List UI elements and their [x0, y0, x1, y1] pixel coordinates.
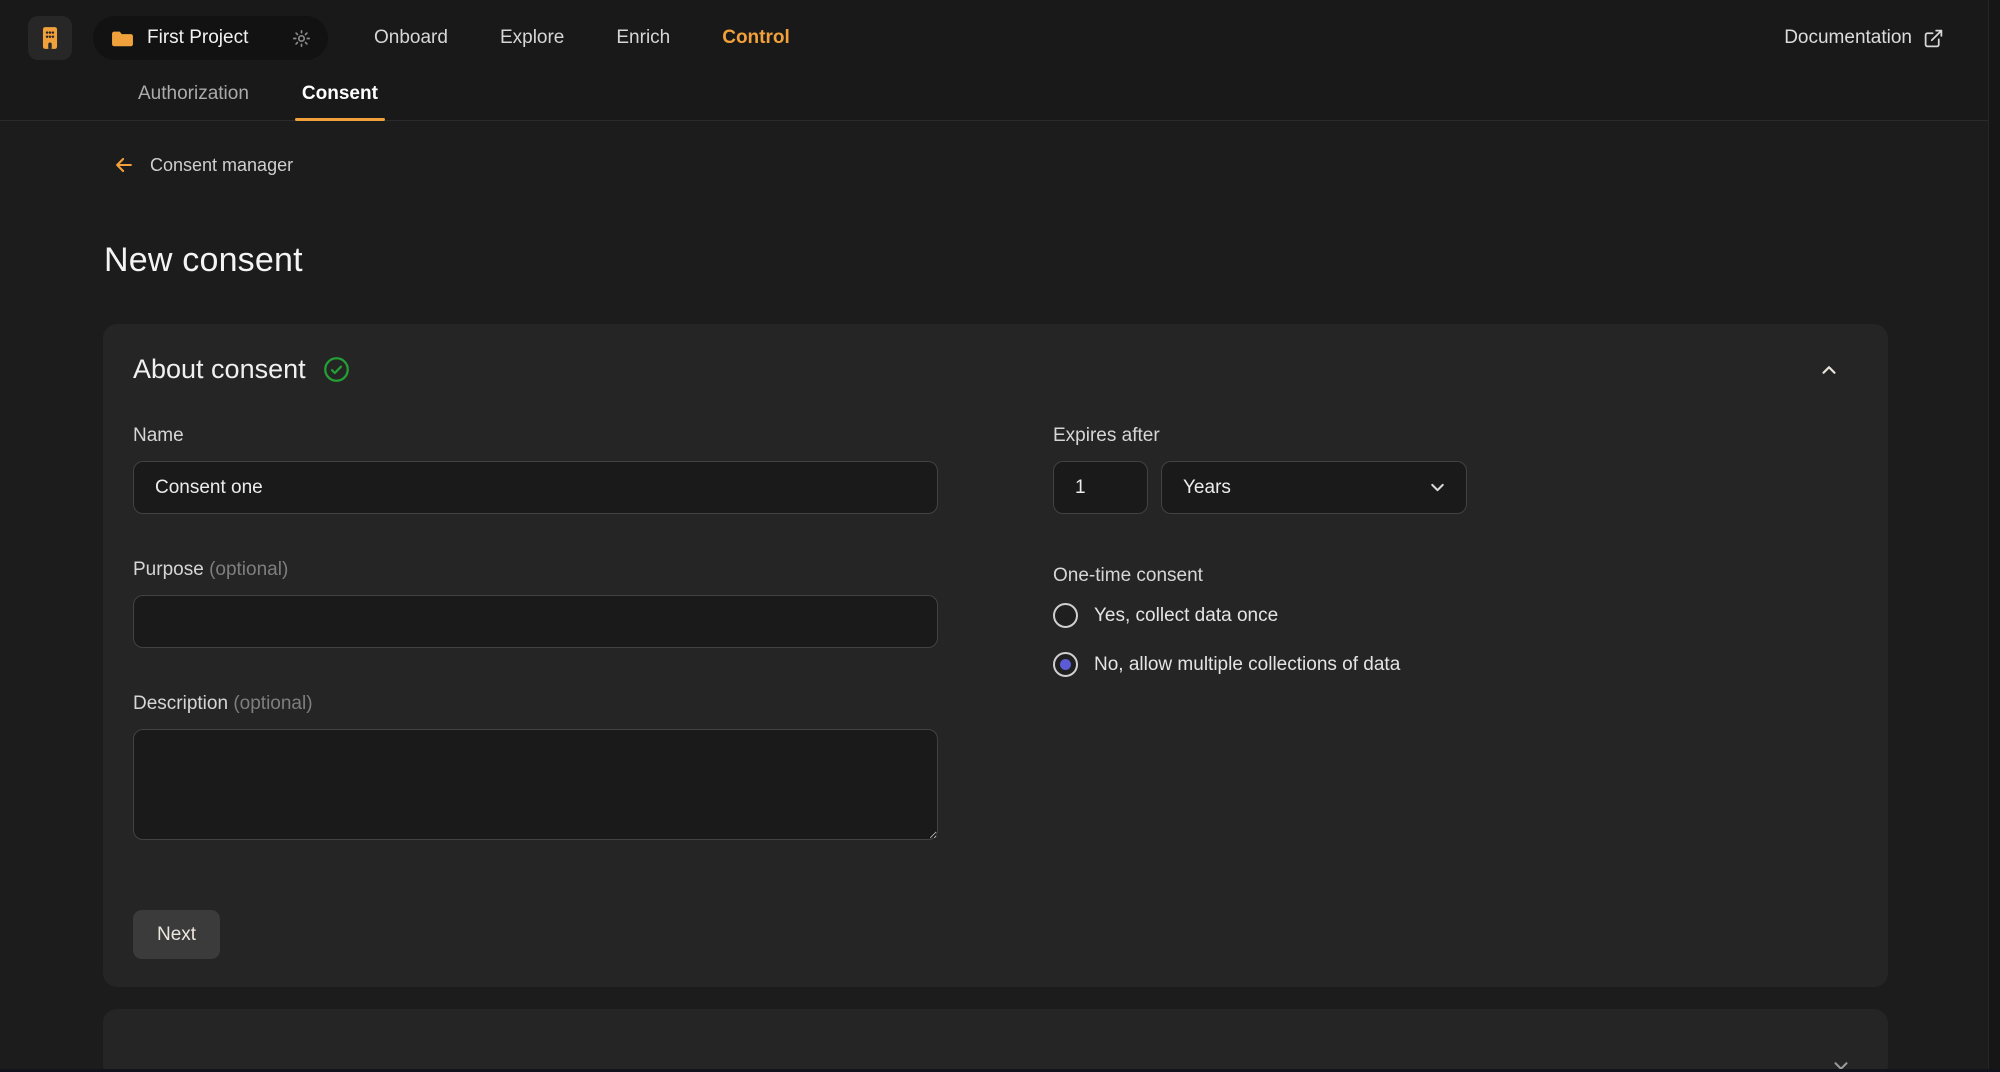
description-label-text: Description: [133, 693, 228, 714]
next-button[interactable]: Next: [133, 910, 220, 959]
gear-icon[interactable]: [291, 28, 312, 49]
radio-button-yes[interactable]: [1053, 603, 1078, 628]
main-content: Consent manager New consent About consen…: [0, 121, 2000, 1072]
one-time-consent-label: One-time consent: [1053, 565, 1858, 587]
form-left-column: Name Purpose (optional) Description (opt…: [133, 425, 938, 959]
radio-option-yes[interactable]: Yes, collect data once: [1053, 603, 1858, 628]
back-arrow-icon: [113, 154, 135, 176]
name-input[interactable]: [133, 461, 938, 514]
expires-unit-value: Years: [1183, 477, 1231, 499]
description-optional-text: (optional): [233, 693, 312, 714]
about-consent-card: About consent Name: [103, 324, 1888, 987]
tab-authorization[interactable]: Authorization: [138, 83, 249, 120]
check-circle-icon: [323, 356, 350, 383]
collapse-section-button[interactable]: [1814, 355, 1844, 385]
back-link-label: Consent manager: [150, 155, 293, 176]
documentation-label: Documentation: [1784, 27, 1912, 49]
next-section-card: [103, 1009, 1888, 1072]
nav-item-explore[interactable]: Explore: [500, 27, 564, 49]
nav-item-enrich[interactable]: Enrich: [616, 27, 670, 49]
sub-nav: Authorization Consent: [0, 83, 378, 120]
expires-unit-select[interactable]: Years: [1161, 461, 1467, 514]
expires-after-row: Years: [1053, 461, 1858, 514]
purpose-label-text: Purpose: [133, 559, 204, 580]
expires-after-label: Expires after: [1053, 425, 1858, 447]
chevron-down-icon: [1427, 477, 1448, 498]
nav-item-control[interactable]: Control: [722, 27, 790, 49]
app-window: First Project Onboard Explore Enrich Con…: [0, 0, 2000, 1072]
expires-amount-input[interactable]: [1053, 461, 1148, 514]
form-right-column: Expires after Years One-time co: [1053, 425, 1858, 959]
purpose-label: Purpose (optional): [133, 559, 938, 581]
app-logo[interactable]: [28, 16, 72, 60]
top-bar-main-row: First Project Onboard Explore Enrich Con…: [0, 0, 2000, 76]
about-consent-form: Name Purpose (optional) Description (opt…: [133, 425, 1858, 959]
external-link-icon: [1923, 28, 1944, 49]
radio-label-yes: Yes, collect data once: [1094, 605, 1278, 627]
nav-item-onboard[interactable]: Onboard: [374, 27, 448, 49]
tab-consent[interactable]: Consent: [302, 83, 378, 120]
card-title: About consent: [133, 354, 306, 385]
back-link-consent-manager[interactable]: Consent manager: [113, 154, 293, 176]
description-textarea[interactable]: [133, 729, 938, 840]
page-title: New consent: [104, 241, 2000, 280]
main-nav: Onboard Explore Enrich Control: [374, 27, 790, 49]
radio-label-no: No, allow multiple collections of data: [1094, 654, 1400, 676]
purpose-input[interactable]: [133, 595, 938, 648]
top-bar: First Project Onboard Explore Enrich Con…: [0, 0, 2000, 121]
project-switcher[interactable]: First Project: [93, 16, 328, 60]
project-name: First Project: [147, 27, 248, 49]
chevron-up-icon: [1818, 359, 1840, 381]
building-icon: [37, 25, 63, 51]
purpose-optional-text: (optional): [209, 559, 288, 580]
folder-icon: [111, 29, 134, 48]
scrollbar-track[interactable]: [1988, 0, 2000, 1072]
documentation-link[interactable]: Documentation: [1784, 27, 1944, 49]
radio-button-no[interactable]: [1053, 652, 1078, 677]
radio-option-no[interactable]: No, allow multiple collections of data: [1053, 652, 1858, 677]
about-consent-card-header: About consent: [133, 354, 1858, 385]
name-label: Name: [133, 425, 938, 447]
description-label: Description (optional): [133, 693, 938, 715]
